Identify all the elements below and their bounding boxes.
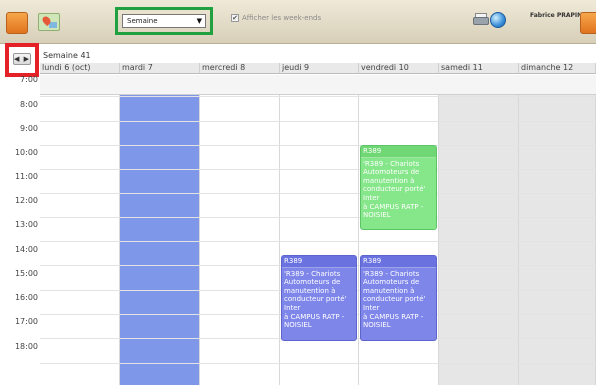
time-label: 18:00 bbox=[14, 342, 38, 351]
event-line: à CAMPUS RATP - bbox=[363, 202, 424, 211]
hour-line bbox=[40, 121, 596, 122]
right-tab-icon[interactable] bbox=[580, 12, 596, 34]
event-line: NOISIEL bbox=[284, 321, 312, 330]
event-line: conducteur porté' bbox=[363, 295, 426, 304]
day-header-mercredi[interactable]: mercredi 8 bbox=[200, 63, 280, 74]
map-icon[interactable] bbox=[38, 13, 60, 31]
hour-line bbox=[40, 241, 596, 242]
event-line: à CAMPUS RATP - bbox=[284, 312, 345, 321]
calendar-event[interactable]: R389 'R389 - Chariots Automoteurs de man… bbox=[360, 255, 437, 341]
time-label: 13:00 bbox=[14, 220, 38, 229]
time-label: 17:00 bbox=[14, 317, 38, 326]
view-selector-highlight: Semaine ▼ bbox=[115, 7, 213, 35]
event-header: R389 bbox=[361, 146, 436, 158]
time-label: 12:00 bbox=[14, 196, 38, 205]
time-label: 10:00 bbox=[14, 148, 38, 157]
day-header-mardi[interactable]: mardi 7 bbox=[120, 63, 200, 74]
hour-line bbox=[40, 363, 596, 364]
day-header-dimanche[interactable]: dimanche 12 bbox=[519, 63, 596, 74]
time-label: 16:00 bbox=[14, 293, 38, 302]
time-axis: 7:00 8:00 9:00 10:00 11:00 12:00 13:00 1… bbox=[0, 75, 40, 385]
globe-icon[interactable] bbox=[490, 12, 506, 28]
event-header: R389 bbox=[361, 256, 436, 268]
time-label: 11:00 bbox=[14, 172, 38, 181]
event-line: à CAMPUS RATP - bbox=[363, 312, 424, 321]
calendar-event[interactable]: R389 'R389 - Chariots Automoteurs de man… bbox=[360, 145, 437, 230]
event-line: manutention à bbox=[363, 176, 415, 185]
calendar-tab-icon[interactable] bbox=[6, 12, 28, 34]
week-nav-arrows[interactable]: ◀ ▶ bbox=[13, 53, 31, 65]
event-line: conducteur porté' bbox=[363, 185, 426, 194]
event-line: 'R389 - Chariots bbox=[284, 269, 341, 278]
hour-line bbox=[40, 96, 596, 97]
weekends-checkbox[interactable]: ✔ bbox=[231, 14, 239, 22]
day-header-lundi[interactable]: lundi 6 (oct) bbox=[40, 63, 120, 74]
time-label: 8:00 bbox=[20, 100, 38, 109]
week-title: Semaine 41 bbox=[43, 51, 91, 60]
time-label: 14:00 bbox=[14, 245, 38, 254]
event-line: Inter bbox=[284, 303, 301, 312]
week-grid: lundi 6 (oct) mardi 7 mercredi 8 jeudi 9… bbox=[40, 63, 596, 385]
time-label: 15:00 bbox=[14, 269, 38, 278]
event-line: 'R389 - Chariots bbox=[363, 159, 420, 168]
toolbar: Semaine ▼ ✔ Afficher les week-ends Fabri… bbox=[0, 0, 596, 44]
time-label: 7:00 bbox=[20, 75, 38, 84]
event-line: NOISIEL bbox=[363, 321, 391, 330]
hour-line bbox=[40, 193, 596, 194]
all-day-row[interactable] bbox=[40, 75, 596, 95]
event-line: Automoteurs de bbox=[284, 278, 341, 287]
event-line: Inter bbox=[363, 193, 380, 202]
hour-line bbox=[40, 217, 596, 218]
day-header-vendredi[interactable]: vendredi 10 bbox=[359, 63, 439, 74]
weekends-label: Afficher les week-ends bbox=[242, 14, 322, 22]
weekends-toggle[interactable]: ✔ Afficher les week-ends bbox=[231, 14, 321, 22]
event-line: manutention à bbox=[284, 286, 336, 295]
printer-icon[interactable] bbox=[473, 13, 489, 26]
event-line: manutention à bbox=[363, 286, 415, 295]
day-header-jeudi[interactable]: jeudi 9 bbox=[280, 63, 359, 74]
week-nav-highlight: ◀ ▶ bbox=[5, 43, 39, 77]
calendar-event[interactable]: R389 'R389 - Chariots Automoteurs de man… bbox=[281, 255, 357, 341]
hour-line bbox=[40, 145, 596, 146]
view-select[interactable]: Semaine ▼ bbox=[122, 14, 206, 28]
event-line: Inter bbox=[363, 303, 380, 312]
hour-line bbox=[40, 169, 596, 170]
event-header: R389 bbox=[282, 256, 356, 268]
event-line: Automoteurs de bbox=[363, 168, 420, 177]
event-line: Automoteurs de bbox=[363, 278, 420, 287]
view-select-value: Semaine bbox=[127, 17, 158, 25]
event-line: conducteur porté' bbox=[284, 295, 347, 304]
event-line: NOISIEL bbox=[363, 211, 391, 220]
time-label: 9:00 bbox=[20, 124, 38, 133]
day-header-samedi[interactable]: samedi 11 bbox=[439, 63, 519, 74]
user-name[interactable]: Fabrice PRAPIN bbox=[530, 12, 582, 19]
event-line: 'R389 - Chariots bbox=[363, 269, 420, 278]
chevron-down-icon: ▼ bbox=[196, 17, 202, 25]
